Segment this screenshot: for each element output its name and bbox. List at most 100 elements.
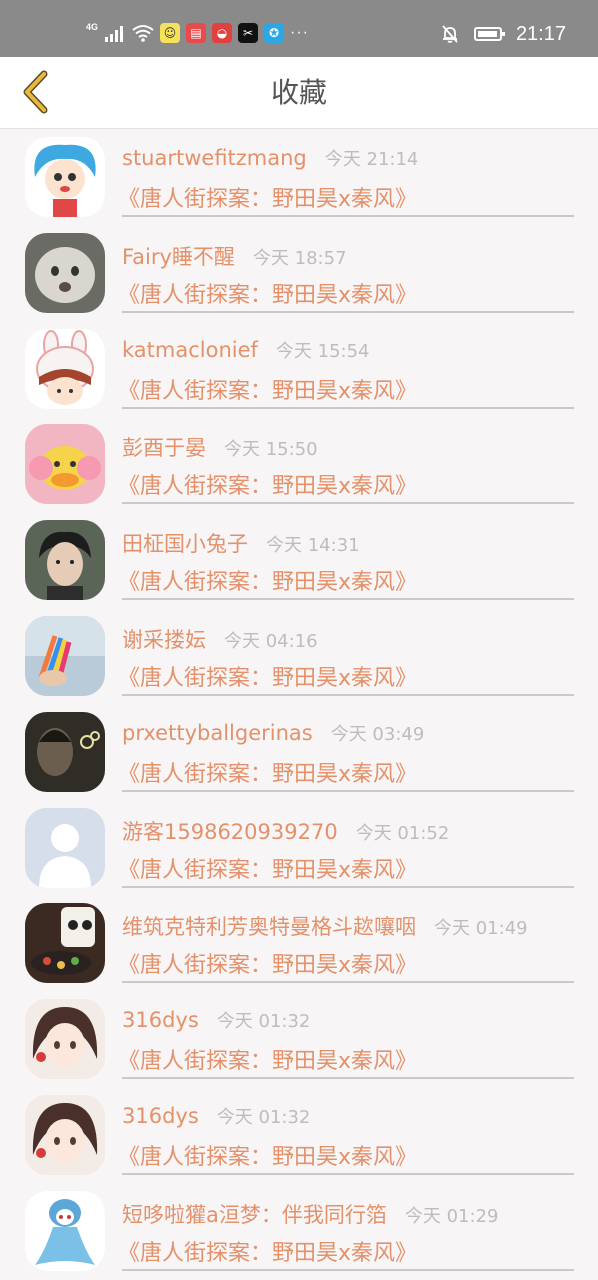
user-name: Fairy睡不醒	[122, 244, 235, 269]
item-meta: 维筑克特利芳奥特曼格斗趑嚷咽 今天 01:49	[122, 911, 528, 939]
avatar[interactable]	[25, 328, 105, 409]
item-time: 今天 15:50	[224, 439, 318, 461]
item-meta: katmaclonief 今天 15:54	[122, 337, 370, 365]
divider	[122, 981, 574, 984]
divider	[122, 1172, 574, 1175]
divider	[122, 215, 574, 217]
user-name: 游客1598620939270	[122, 819, 338, 844]
item-time: 今天 21:14	[324, 149, 419, 170]
avatar[interactable]	[25, 1190, 105, 1271]
favorite-title: 《唐人街探案：野田昊x秦风》	[118, 474, 418, 500]
chevron-left-icon	[23, 70, 48, 114]
list-item[interactable]: Fairy睡不醒 今天 18:57 《唐人街探案：野田昊x秦风》	[0, 225, 598, 321]
avatar[interactable]	[25, 807, 105, 888]
list-item[interactable]: katmaclonief 今天 15:54 《唐人街探案：野田昊x秦风》	[0, 321, 598, 417]
divider	[122, 502, 574, 505]
favorite-title: 《唐人街探案：野田昊x秦风》	[118, 1240, 418, 1266]
list-item[interactable]: 谢采搂妘 今天 04:16 《唐人街探案：野田昊x秦风》	[0, 608, 598, 704]
user-name: 短哆啦獾a洹梦：伴我同行箔	[122, 1202, 387, 1227]
user-name: prxettyballgerinas	[122, 720, 313, 745]
item-time: 今天 01:32	[216, 1011, 311, 1033]
item-time: 今天 04:16	[224, 630, 318, 652]
status-bar-left: 4G ☺ ▤ ◒ ✂ ✪ ···	[86, 20, 309, 46]
item-time: 今天 18:57	[252, 247, 347, 269]
favorite-title: 《唐人街探案：野田昊x秦风》	[118, 378, 418, 404]
user-name: 316dys	[122, 1103, 199, 1128]
favorite-title: 《唐人街探案：野田昊x秦风》	[118, 187, 418, 212]
item-time: 今天 01:32	[216, 1106, 311, 1128]
item-time: 今天 14:31	[266, 535, 360, 557]
status-bar: 4G ☺ ▤ ◒ ✂ ✪ ··· 21:17	[0, 0, 598, 57]
favorite-title: 《唐人街探案：野田昊x秦风》	[118, 665, 418, 691]
app-icon-shop: ◒	[212, 23, 233, 43]
favorite-title: 《唐人街探案：野田昊x秦风》	[118, 282, 418, 308]
signal-icon	[105, 26, 124, 42]
divider	[122, 310, 574, 313]
favorite-title: 《唐人街探案：野田昊x秦风》	[118, 857, 418, 883]
app-icon-book: ▤	[186, 23, 207, 43]
avatar[interactable]	[25, 1094, 105, 1175]
wifi-icon	[132, 25, 154, 42]
item-meta: prxettyballgerinas 今天 03:49	[122, 720, 424, 748]
divider	[122, 885, 574, 888]
item-time: 今天 03:49	[330, 723, 425, 745]
item-meta: 田柾国小兔子 今天 14:31	[122, 528, 360, 556]
item-meta: 游客1598620939270 今天 01:52	[122, 816, 449, 844]
item-time: 今天 15:54	[275, 340, 370, 362]
user-name: 谢采搂妘	[122, 627, 206, 652]
more-notifications-icon: ···	[290, 24, 309, 41]
list-item[interactable]: stuartwefitzmang 今天 21:14 《唐人街探案：野田昊x秦风》	[0, 129, 598, 225]
list-item[interactable]: 田柾国小兔子 今天 14:31 《唐人街探案：野田昊x秦风》	[0, 512, 598, 608]
item-meta: 短哆啦獾a洹梦：伴我同行箔 今天 01:29	[122, 1199, 498, 1227]
user-name: 田柾国小兔子	[122, 532, 248, 557]
battery-icon	[473, 27, 505, 41]
app-header: 收藏	[0, 57, 598, 129]
item-meta: Fairy睡不醒 今天 18:57	[122, 241, 347, 269]
user-name: 彭酉于晏	[122, 436, 206, 461]
app-icon-capcut: ✂	[238, 23, 259, 43]
item-meta: 彭酉于晏 今天 15:50	[122, 432, 318, 460]
favorite-title: 《唐人街探案：野田昊x秦风》	[118, 761, 418, 787]
user-name: 316dys	[122, 1008, 199, 1033]
item-meta: 谢采搂妘 今天 04:16	[122, 624, 318, 652]
avatar[interactable]	[25, 232, 105, 313]
favorite-title: 《唐人街探案：野田昊x秦风》	[118, 570, 418, 596]
back-button[interactable]	[10, 67, 60, 117]
page-title: 收藏	[270, 76, 327, 109]
list-item[interactable]: 短哆啦獾a洹梦：伴我同行箔 今天 01:29 《唐人街探案：野田昊x秦风》	[0, 1183, 598, 1279]
item-meta: 316dys 今天 01:32	[122, 1103, 310, 1131]
divider	[122, 1077, 574, 1080]
avatar[interactable]	[25, 903, 105, 984]
favorites-list: stuartwefitzmang 今天 21:14 《唐人街探案：野田昊x秦风》…	[0, 129, 598, 1279]
list-item[interactable]: 316dys 今天 01:32 《唐人街探案：野田昊x秦风》	[0, 1087, 598, 1183]
notification-muted-icon	[442, 25, 458, 43]
list-item[interactable]: 316dys 今天 01:32 《唐人街探案：野田昊x秦风》	[0, 991, 598, 1087]
avatar[interactable]	[25, 711, 105, 792]
divider	[122, 693, 574, 696]
network-type: 4G	[86, 22, 99, 32]
list-item[interactable]: 维筑克特利芳奥特曼格斗趑嚷咽 今天 01:49 《唐人街探案：野田昊x秦风》	[0, 895, 598, 991]
avatar[interactable]	[25, 999, 105, 1080]
list-item[interactable]: 彭酉于晏 今天 15:50 《唐人街探案：野田昊x秦风》	[0, 416, 598, 512]
item-meta: stuartwefitzmang 今天 21:14	[122, 145, 418, 173]
status-bar-right: 21:17	[440, 20, 566, 48]
status-time: 21:17	[515, 22, 566, 45]
favorite-title: 《唐人街探案：野田昊x秦风》	[118, 1144, 418, 1170]
avatar[interactable]	[25, 615, 105, 696]
item-time: 今天 01:29	[404, 1205, 499, 1227]
avatar[interactable]	[25, 520, 105, 601]
app-icon-cartoon: ☺	[160, 23, 181, 43]
user-name: katmaclonief	[122, 337, 258, 362]
divider	[122, 1268, 574, 1271]
divider	[122, 598, 574, 601]
list-item[interactable]: prxettyballgerinas 今天 03:49 《唐人街探案：野田昊x秦…	[0, 704, 598, 800]
item-time: 今天 01:49	[434, 918, 528, 940]
item-meta: 316dys 今天 01:32	[122, 1007, 310, 1035]
user-name: stuartwefitzmang	[122, 146, 307, 170]
avatar[interactable]	[25, 424, 105, 505]
list-item[interactable]: 游客1598620939270 今天 01:52 《唐人街探案：野田昊x秦风》	[0, 800, 598, 896]
favorite-title: 《唐人街探案：野田昊x秦风》	[118, 1049, 418, 1075]
avatar[interactable]	[25, 137, 105, 217]
favorite-title: 《唐人街探案：野田昊x秦风》	[118, 953, 418, 979]
divider	[122, 789, 574, 792]
